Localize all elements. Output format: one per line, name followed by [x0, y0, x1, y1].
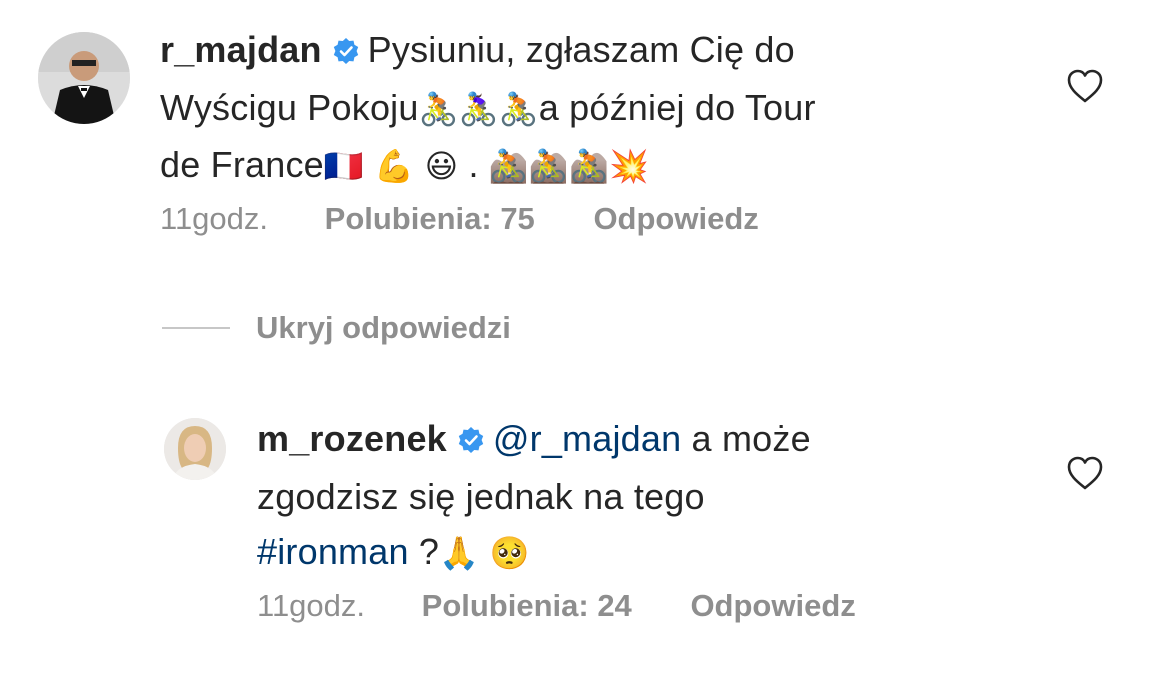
comment-text-segment: zgodzisz się jednak na tego [257, 476, 705, 517]
comment-text-segment: Wyścigu Pokoju [160, 87, 419, 128]
mountain-biker-emoji: 🚵🚵🚵💥 [488, 147, 650, 185]
comment-line-2: Wyścigu Pokoju🚴🚴‍♀️🚴a później do Tour [160, 80, 1040, 137]
comment-meta: 11godz. Polubienia: 75 Odpowiedz [160, 201, 759, 237]
username-link[interactable]: r_majdan [160, 29, 322, 70]
verified-badge-icon [332, 25, 360, 80]
comment-line-3: #ironman ?🙏 🥺 [257, 524, 1057, 581]
comment-meta: 11godz. Polubienia: 24 Odpowiedz [257, 588, 856, 624]
comment-text-segment: a później do Tour [538, 87, 816, 128]
flag-muscle-smile-emoji: 🇫🇷 💪 😃 [323, 147, 459, 185]
pray-pleading-emoji: 🙏 🥺 [439, 534, 530, 572]
timestamp: 11godz. [257, 588, 366, 623]
comment-line-1: r_majdan Pysiuniu, zgłaszam Cię do [160, 22, 1040, 80]
divider-line [162, 327, 230, 329]
cyclist-emoji: 🚴🚴‍♀️🚴 [418, 90, 539, 128]
comment-text: m_rozenek @r_majdan a może zgodzisz się j… [257, 411, 1057, 581]
heart-outline-icon[interactable] [1066, 68, 1104, 109]
avatar[interactable] [38, 32, 130, 124]
likes-count-link[interactable]: Polubienia: 75 [325, 201, 535, 237]
comment-text-segment: ? [418, 531, 440, 572]
hide-replies-label: Ukryj odpowiedzi [256, 310, 511, 345]
comment-text-segment: de France [160, 144, 324, 185]
avatar-image [164, 418, 226, 480]
comment-line-3: de France🇫🇷 💪 😃 . 🚵🚵🚵💥 [160, 137, 1040, 194]
likes-count-link[interactable]: Polubienia: 24 [422, 588, 632, 624]
reply-button[interactable]: Odpowiedz [593, 201, 758, 237]
heart-outline-icon[interactable] [1066, 455, 1104, 496]
comment-text: r_majdan Pysiuniu, zgłaszam Cię do Wyścig… [160, 22, 1040, 194]
timestamp: 11godz. [160, 201, 269, 236]
mention-link[interactable]: @r_majdan [493, 418, 681, 459]
comment-line-2: zgodzisz się jednak na tego [257, 469, 1057, 524]
hashtag-link[interactable]: #ironman [257, 531, 409, 572]
reply-button[interactable]: Odpowiedz [690, 588, 855, 624]
verified-badge-icon [457, 414, 485, 469]
comment-text-segment: a może [691, 418, 811, 459]
avatar[interactable] [164, 418, 226, 480]
comment-text-segment: Pysiuniu, zgłaszam Cię do [367, 29, 795, 70]
comment-text-segment: . [468, 144, 479, 185]
username-link[interactable]: m_rozenek [257, 418, 447, 459]
hide-replies-button[interactable]: Ukryj odpowiedzi [162, 308, 511, 348]
comment-line-1: m_rozenek @r_majdan a może [257, 411, 1057, 469]
avatar-image [38, 32, 130, 124]
